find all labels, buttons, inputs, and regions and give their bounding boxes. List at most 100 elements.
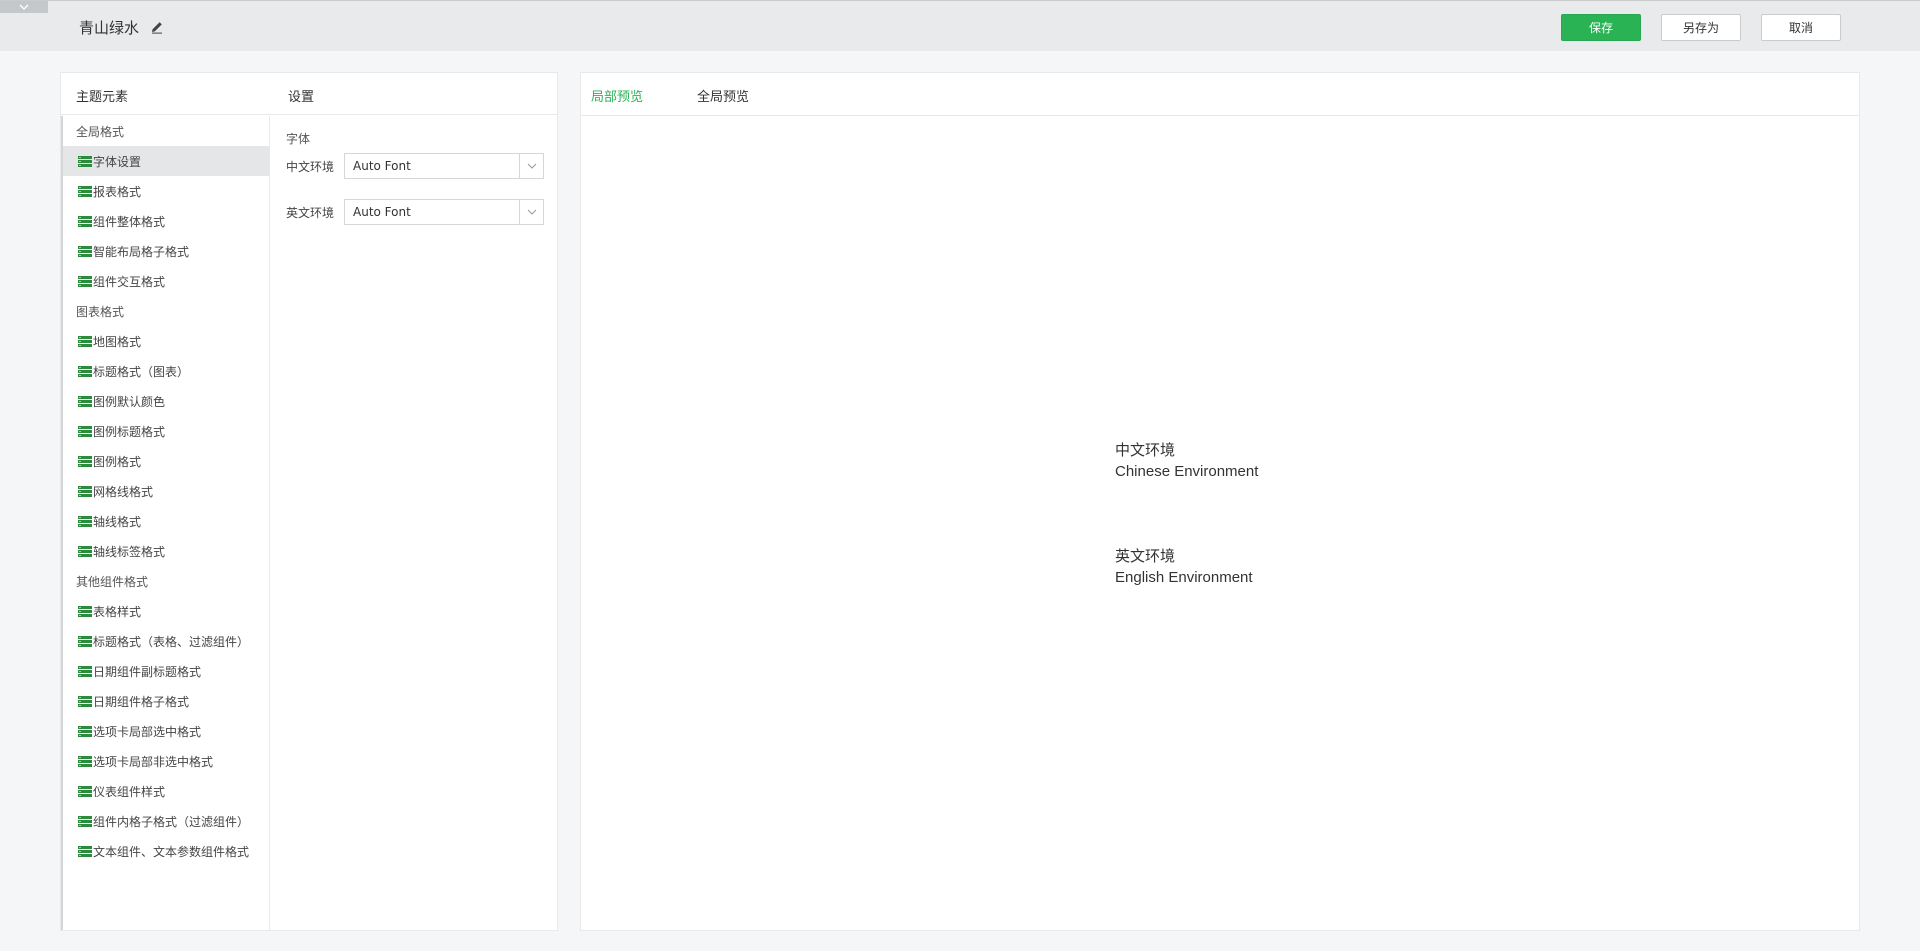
- element-list-item[interactable]: 标题格式（表格、过滤组件）: [63, 626, 269, 656]
- list-icon: [78, 485, 93, 497]
- element-list-item[interactable]: 组件整体格式: [63, 206, 269, 236]
- en-env-label: 英文环境: [286, 205, 335, 220]
- theme-elements-panel: 主题元素 设置 全局格式 字体设置 报表格式 组件整体格式 智能布局格子格式 组件交互格式…: [60, 72, 558, 931]
- en-font-select[interactable]: Auto Font: [344, 199, 544, 225]
- element-group-label: 全局格式: [76, 124, 125, 139]
- element-list-item[interactable]: 图例默认颜色: [63, 386, 269, 416]
- list-icon: [78, 245, 93, 257]
- list-icon: [78, 155, 93, 167]
- element-list-item[interactable]: 日期组件格子格式: [63, 686, 269, 716]
- settings-title: 设置: [288, 90, 315, 105]
- chevron-down-icon: [19, 4, 29, 10]
- left-panel-header: 主题元素 设置: [61, 73, 557, 115]
- element-list-item[interactable]: 轴线标签格式: [63, 536, 269, 566]
- list-icon: [78, 365, 93, 377]
- element-item-label: 表格样式: [93, 604, 142, 619]
- preview-canvas: 中文环境 Chinese Environment 英文环境 English En…: [581, 116, 1859, 930]
- cn-font-select[interactable]: Auto Font: [344, 153, 544, 179]
- element-list-item[interactable]: 表格样式: [63, 596, 269, 626]
- element-list-item[interactable]: 报表格式: [63, 176, 269, 206]
- element-list-item[interactable]: 组件交互格式: [63, 266, 269, 296]
- cn-preview-block: 中文环境 Chinese Environment: [1115, 440, 1258, 482]
- list-icon: [78, 635, 93, 647]
- cancel-button[interactable]: 取消: [1761, 14, 1841, 41]
- list-icon: [78, 335, 93, 347]
- element-list-item[interactable]: 文本组件、文本参数组件格式: [63, 836, 269, 866]
- element-item-label: 组件内格子格式（过滤组件）: [93, 814, 250, 829]
- element-list-item[interactable]: 日期组件副标题格式: [63, 656, 269, 686]
- cn-font-row: 中文环境 Auto Font: [286, 153, 544, 179]
- cn-preview-subtitle: Chinese Environment: [1115, 463, 1259, 480]
- en-font-value: Auto Font: [353, 205, 411, 219]
- cn-preview-title: 中文环境: [1115, 442, 1176, 459]
- list-icon: [78, 695, 93, 707]
- list-icon: [78, 545, 93, 557]
- element-item-label: 日期组件副标题格式: [93, 664, 202, 679]
- element-item-label: 文本组件、文本参数组件格式: [93, 844, 250, 859]
- tab-global-preview[interactable]: 全局预览: [697, 86, 749, 105]
- en-preview-title: 英文环境: [1115, 548, 1176, 565]
- list-icon: [78, 215, 93, 227]
- preview-panel: 局部预览 全局预览 中文环境 Chinese Environment 英文环境 …: [580, 72, 1860, 931]
- element-item-label: 报表格式: [93, 184, 142, 199]
- settings-area: 字体 中文环境 Auto Font 英文环境 Auto Font: [281, 116, 557, 930]
- save-as-button[interactable]: 另存为: [1661, 14, 1741, 41]
- list-icon: [78, 275, 93, 287]
- element-list-item[interactable]: 智能布局格子格式: [63, 236, 269, 266]
- element-group-label: 图表格式: [76, 304, 125, 319]
- element-item-label: 图例标题格式: [93, 424, 166, 439]
- element-list-item[interactable]: 字体设置: [63, 146, 269, 176]
- element-list-item[interactable]: 标题格式（图表）: [63, 356, 269, 386]
- preview-tabs: 局部预览 全局预览: [581, 73, 1859, 116]
- top-bar: 青山绿水 保存 另存为 取消: [0, 0, 1920, 51]
- element-list-item[interactable]: 选项卡局部非选中格式: [63, 746, 269, 776]
- element-item-label: 图例格式: [93, 454, 142, 469]
- en-font-row: 英文环境 Auto Font: [286, 199, 544, 225]
- theme-title: 青山绿水: [79, 16, 165, 38]
- element-list-item[interactable]: 组件内格子格式（过滤组件）: [63, 806, 269, 836]
- cn-font-value: Auto Font: [353, 159, 411, 173]
- element-item-label: 标题格式（图表）: [93, 364, 190, 379]
- element-list-item[interactable]: 网格线格式: [63, 476, 269, 506]
- element-item-label: 组件整体格式: [93, 214, 166, 229]
- en-preview-subtitle: English Environment: [1115, 569, 1253, 586]
- element-list-item[interactable]: 图例格式: [63, 446, 269, 476]
- en-preview-block: 英文环境 English Environment: [1115, 546, 1253, 588]
- list-icon: [78, 455, 93, 467]
- element-list-item[interactable]: 仪表组件样式: [63, 776, 269, 806]
- list-icon: [78, 665, 93, 677]
- theme-name: 青山绿水: [79, 18, 140, 37]
- list-icon: [78, 725, 93, 737]
- list-icon: [78, 515, 93, 527]
- element-item-label: 组件交互格式: [93, 274, 166, 289]
- save-button[interactable]: 保存: [1561, 14, 1641, 41]
- list-icon: [78, 605, 93, 617]
- collapse-toggle[interactable]: [0, 1, 48, 13]
- font-section-label: 字体: [286, 132, 311, 146]
- element-list: 全局格式字体设置报表格式组件整体格式智能布局格子格式组件交互格式图表格式地图格式…: [61, 116, 270, 930]
- chevron-down-icon: [519, 200, 543, 224]
- chevron-down-icon: [519, 154, 543, 178]
- element-list-item[interactable]: 轴线格式: [63, 506, 269, 536]
- list-icon: [78, 755, 93, 767]
- element-item-label: 仪表组件样式: [93, 784, 166, 799]
- element-item-label: 标题格式（表格、过滤组件）: [93, 634, 250, 649]
- list-icon: [78, 815, 93, 827]
- list-icon: [78, 395, 93, 407]
- list-icon: [78, 425, 93, 437]
- tab-local-preview[interactable]: 局部预览: [591, 86, 643, 105]
- element-item-label: 轴线标签格式: [93, 544, 166, 559]
- element-list-item[interactable]: 地图格式: [63, 326, 269, 356]
- element-item-label: 图例默认颜色: [93, 394, 166, 409]
- list-icon: [78, 845, 93, 857]
- element-item-label: 选项卡局部非选中格式: [93, 754, 214, 769]
- element-item-label: 地图格式: [93, 334, 142, 349]
- elements-title: 主题元素: [76, 90, 129, 105]
- element-list-item[interactable]: 图例标题格式: [63, 416, 269, 446]
- element-item-label: 选项卡局部选中格式: [93, 724, 202, 739]
- cn-env-label: 中文环境: [286, 159, 335, 174]
- element-item-label: 轴线格式: [93, 514, 142, 529]
- element-item-label: 日期组件格子格式: [93, 694, 190, 709]
- element-list-item[interactable]: 选项卡局部选中格式: [63, 716, 269, 746]
- edit-icon[interactable]: [149, 19, 165, 35]
